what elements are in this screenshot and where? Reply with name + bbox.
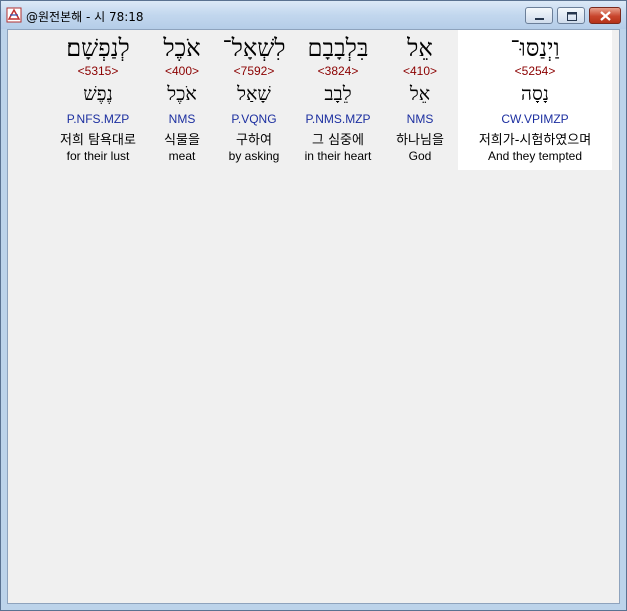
hebrew-word[interactable]: אֹכֶל (152, 34, 212, 62)
word-column[interactable]: אֵל <410> אֵל NMS 하나님을 God (384, 30, 456, 170)
hebrew-lemma[interactable]: אֹכֶל (152, 82, 212, 106)
hebrew-word[interactable]: לִשְׁאָל־ (216, 34, 292, 62)
app-window: @원전본해 - 시 78:18 וַיְנַסּוּ־ <5254> נָסָה… (0, 0, 627, 611)
bible-app-icon[interactable] (6, 7, 22, 23)
parsing-code[interactable]: NMS (384, 112, 456, 126)
title-bar[interactable]: @원전본해 - 시 78:18 (1, 1, 626, 29)
parsing-code[interactable]: P.VQNG (216, 112, 292, 126)
word-column[interactable]: לִשְׁאָל־ <7592> שָׁאַל P.VQNG 구하여 by as… (216, 30, 292, 170)
word-column[interactable]: וַיְנַסּוּ־ <5254> נָסָה CW.VPIMZP 저희가-시… (458, 30, 612, 170)
interlinear-view: וַיְנַסּוּ־ <5254> נָסָה CW.VPIMZP 저희가-시… (7, 29, 620, 604)
hebrew-lemma[interactable]: שָׁאַל (216, 82, 292, 106)
english-gloss: God (408, 149, 432, 163)
korean-gloss: 하나님을 (396, 133, 444, 148)
close-button[interactable] (589, 7, 621, 24)
hebrew-word[interactable]: בִּלְבָבָם (296, 34, 380, 62)
hebrew-lemma[interactable]: נֶפֶשׁ (48, 82, 148, 106)
english-gloss: for their lust (66, 149, 130, 163)
korean-gloss: 식물을 (164, 133, 200, 148)
strong-number[interactable]: <5254> (458, 64, 612, 78)
parsing-code[interactable]: NMS (152, 112, 212, 126)
parsing-code[interactable]: P.NFS.MZP (48, 112, 148, 126)
word-columns: וַיְנַסּוּ־ <5254> נָסָה CW.VPIMZP 저희가-시… (8, 30, 621, 180)
hebrew-lemma[interactable]: לֵבָב (296, 82, 380, 106)
parsing-code[interactable]: CW.VPIMZP (458, 112, 612, 126)
strong-number[interactable]: <410> (384, 64, 456, 78)
korean-gloss: 구하여 (236, 133, 272, 148)
hebrew-word[interactable]: וַיְנַסּוּ־ (458, 34, 612, 62)
parsing-code[interactable]: P.NMS.MZP (296, 112, 380, 126)
korean-gloss: 그 심중에 (312, 133, 364, 148)
hebrew-lemma[interactable]: אֵל (384, 82, 456, 106)
english-gloss: And they tempted (487, 149, 583, 163)
korean-gloss: 저희가-시험하였으며 (478, 133, 592, 148)
strong-number[interactable]: <400> (152, 64, 212, 78)
hebrew-word[interactable]: לְנַפְשָׁם׃ (48, 34, 148, 62)
korean-gloss: 저희 탐욕대로 (60, 133, 136, 148)
english-gloss: by asking (228, 149, 280, 163)
strong-number[interactable]: <3824> (296, 64, 380, 78)
window-title: @원전본해 - 시 78:18 (26, 10, 144, 24)
minimize-button[interactable] (525, 7, 553, 24)
english-gloss: in their heart (304, 149, 372, 163)
word-column[interactable]: לְנַפְשָׁם׃ <5315> נֶפֶשׁ P.NFS.MZP 저희 탐… (48, 30, 148, 170)
hebrew-lemma[interactable]: נָסָה (458, 82, 612, 106)
english-gloss: meat (168, 149, 196, 163)
strong-number[interactable]: <5315> (48, 64, 148, 78)
hebrew-word[interactable]: אֵל (384, 34, 456, 62)
maximize-button[interactable] (557, 7, 585, 24)
word-column[interactable]: אֹכֶל <400> אֹכֶל NMS 식물을 meat (152, 30, 212, 170)
strong-number[interactable]: <7592> (216, 64, 292, 78)
word-column[interactable]: בִּלְבָבָם <3824> לֵבָב P.NMS.MZP 그 심중에 … (296, 30, 380, 170)
